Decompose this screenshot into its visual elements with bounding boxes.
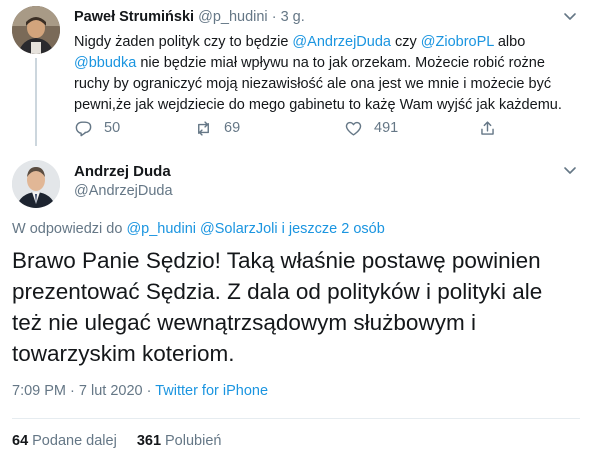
share-icon [481, 120, 494, 135]
tweet-text-line: ruchy by ograniczyć moją niezawisłość al… [74, 74, 584, 95]
like-button[interactable]: 491 [344, 117, 398, 139]
like-count: 491 [374, 120, 399, 136]
text-segment: albo [493, 34, 526, 50]
like-icon [345, 121, 362, 136]
avatar[interactable] [12, 160, 60, 208]
tweet-text-line: @bbudka nie będzie miał wpływu na to jak… [74, 53, 584, 74]
tweet-text-line: też nie ulegać wewnątrzsądowym służbowym… [12, 310, 476, 335]
reply-prefix: W odpowiedzi do [12, 221, 127, 237]
tweet-time[interactable]: 3 g. [281, 9, 305, 25]
reply-context: W odpowiedzi do @p_hudini @SolarzJoli i … [12, 221, 385, 237]
tweet-actions: 50 69 491 [74, 117, 534, 139]
tweet-text-line: Nigdy żaden polityk czy to będzie @Andrz… [74, 32, 584, 53]
mention-link[interactable]: @ZiobroPL [421, 34, 494, 50]
retweets-count: 64 [12, 433, 29, 449]
author-name[interactable]: Andrzej Duda [74, 163, 171, 180]
text-segment: nie będzie miał wpływu na to jak orzekam… [136, 55, 545, 71]
author-name[interactable]: Paweł Strumiński [74, 9, 194, 25]
tweet-text: Nigdy żaden polityk czy to będzie @Andrz… [74, 32, 584, 116]
tweet-text-line: Brawo Panie Sędzio! Taką właśnie postawę… [12, 248, 541, 273]
reply-icon [75, 120, 92, 136]
retweets-label: Podane dalej [32, 433, 117, 449]
tweet-header: Paweł Strumiński @p_hudini · 3 g. [74, 9, 305, 25]
retweet-icon [198, 120, 209, 136]
tweet-timestamp[interactable]: 7:09 PM · 7 lut 2020 · [12, 383, 155, 399]
reply-button[interactable]: 50 [74, 117, 120, 139]
likes-stat[interactable]: 361 Polubień [137, 433, 222, 449]
text-segment: czy [390, 34, 421, 50]
author-handle[interactable]: @AndrzejDuda [74, 183, 173, 199]
mention-link[interactable]: @bbudka [74, 55, 136, 71]
tweet-text-line: prezentować Sędzia. Z dala od polityków … [12, 279, 543, 304]
likes-count: 361 [136, 433, 162, 449]
reply-users-link[interactable]: @p_hudini @SolarzJoli [126, 221, 277, 237]
likes-label: Polubień [165, 433, 222, 449]
thread-line [35, 58, 37, 146]
tweet-meta: 7:09 PM · 7 lut 2020 · Twitter for iPhon… [12, 383, 268, 399]
text-segment: Nigdy żaden polityk czy to będzie [74, 34, 293, 50]
retweet-button[interactable]: 69 [194, 117, 240, 139]
tweet-source-link[interactable]: Twitter for iPhone [155, 383, 268, 399]
mention-link[interactable]: @AndrzejDuda [292, 34, 391, 50]
text-segment: ruchy by ograniczyć moją niezawisłość al… [74, 76, 552, 92]
divider [12, 418, 580, 419]
retweet-count: 69 [224, 120, 241, 136]
chevron-down-icon[interactable] [560, 6, 580, 26]
reply-others-link[interactable]: i jeszcze 2 osób [278, 221, 385, 237]
retweets-stat[interactable]: 64 Podane dalej [12, 433, 117, 449]
separator-dot: · [271, 9, 277, 25]
parent-tweet[interactable]: Paweł Strumiński @p_hudini · 3 g. Nigdy … [0, 0, 592, 146]
tweet-text-line: towarzyskim koteriom. [12, 341, 235, 366]
author-handle[interactable]: @p_hudini [198, 9, 268, 25]
main-tweet-text: Brawo Panie Sędzio! Taką właśnie postawę… [12, 245, 582, 369]
tweet-text-line: pewni,że jak wejdziecie do mego gabinetu… [74, 95, 584, 116]
share-button[interactable] [478, 117, 508, 139]
avatar[interactable] [12, 6, 60, 54]
text-segment: pewni,że jak wejdziecie do mego gabinetu… [74, 97, 562, 113]
tweet-stats: 64 Podane dalej 361 Polubień [12, 433, 241, 449]
main-tweet-header: Andrzej Duda @AndrzejDuda [0, 146, 592, 216]
reply-count: 50 [104, 120, 121, 136]
chevron-down-icon[interactable] [560, 160, 580, 180]
